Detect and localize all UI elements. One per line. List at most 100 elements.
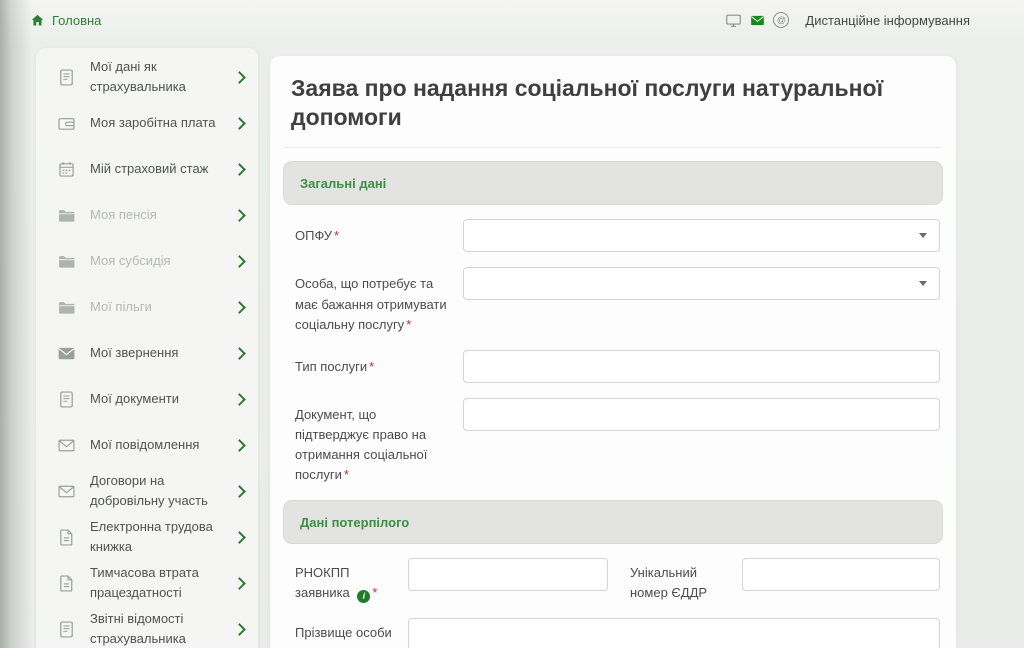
person-in-need-required-mark: * — [406, 317, 411, 332]
sidebar-item[interactable]: Мої звернення — [36, 330, 258, 376]
sidebar-item-label: Мої дані як страхувальника — [90, 57, 219, 97]
confirm-document-label-text: Документ, що підтверджує право на отрима… — [295, 407, 427, 482]
chevron-down-icon — [919, 281, 927, 286]
section-header-victim-label: Дані потерпілого — [300, 515, 409, 530]
sidebar-item-label: Електронна трудова книжка — [90, 517, 219, 557]
chevron-right-icon — [233, 117, 246, 130]
confirm-document-input[interactable] — [463, 398, 940, 431]
service-type-required-mark: * — [369, 359, 374, 374]
eddr-input[interactable] — [742, 558, 940, 591]
form-row-service-type: Тип послуги* — [295, 350, 940, 383]
envelope-icon[interactable] — [749, 12, 766, 29]
sidebar-item[interactable]: Електронна трудова книжка — [36, 514, 258, 560]
envelope-filled-icon — [56, 343, 77, 364]
page-title: Заява про надання соціальної послуги нат… — [291, 74, 935, 132]
sidebar-menu: Мої дані як страхувальника Моя заробітна… — [36, 54, 258, 648]
envelope-outline-icon — [56, 435, 77, 456]
sidebar-item[interactable]: Мої дані як страхувальника — [36, 54, 258, 100]
home-link[interactable]: Головна — [30, 13, 101, 28]
chevron-right-icon — [233, 393, 246, 406]
chevron-right-icon — [233, 577, 246, 590]
home-label: Головна — [52, 13, 101, 28]
sidebar-item-label: Тимчасова втрата працездатності — [90, 563, 219, 603]
chevron-right-icon — [233, 347, 246, 360]
opfu-label-text: ОПФУ — [295, 228, 332, 243]
sidebar-item-label: Звітні відомості страхувальника — [90, 609, 219, 648]
confirm-document-required-mark: * — [344, 467, 349, 482]
sidebar-item-label: Мій страховий стаж — [90, 159, 219, 179]
calendar-icon — [56, 159, 77, 180]
opfu-required-mark: * — [334, 228, 339, 243]
surname-input[interactable] — [408, 618, 940, 648]
sidebar: Мої дані як страхувальника Моя заробітна… — [36, 48, 258, 648]
sidebar-item[interactable]: Мій страховий стаж — [36, 146, 258, 192]
confirm-document-label: Документ, що підтверджує право на отрима… — [295, 398, 463, 486]
remote-info-label[interactable]: Дистанційне інформування — [805, 13, 970, 28]
rnokpp-input[interactable] — [408, 558, 608, 591]
sidebar-item[interactable]: Мої документи — [36, 376, 258, 422]
sidebar-item-label: Мої пільги — [90, 297, 219, 317]
chevron-right-icon — [233, 531, 246, 544]
opfu-select[interactable] — [463, 219, 940, 252]
screen: Головна @ Дистанційне інформування Мої д… — [0, 0, 1024, 648]
person-in-need-label-text: Особа, що потребує та має бажання отриму… — [295, 276, 447, 331]
surname-required-mark: * — [352, 645, 357, 648]
sidebar-item[interactable]: Звітні відомості страхувальника — [36, 606, 258, 648]
section-header-general-label: Загальні дані — [300, 176, 386, 191]
rnokpp-label: РНОКПП заявника i* — [295, 558, 408, 603]
book-icon — [56, 573, 77, 594]
rnokpp-required-mark: * — [372, 585, 377, 600]
folder-icon — [56, 251, 77, 272]
section-header-victim[interactable]: Дані потерпілого — [283, 500, 943, 544]
rnokpp-label-text: РНОКПП заявника — [295, 565, 350, 600]
opfu-label: ОПФУ* — [295, 219, 463, 252]
document-icon — [56, 619, 77, 640]
chevron-right-icon — [233, 71, 246, 84]
sidebar-item[interactable]: Договори на добровільну участь — [36, 468, 258, 514]
info-icon[interactable]: i — [357, 590, 370, 603]
person-in-need-label: Особа, що потребує та має бажання отриму… — [295, 267, 463, 334]
sidebar-item-label: Моя пенсія — [90, 205, 219, 225]
service-type-input[interactable] — [463, 350, 940, 383]
sidebar-item[interactable]: Моя заробітна плата — [36, 100, 258, 146]
document-icon — [56, 67, 77, 88]
monitor-icon[interactable] — [725, 12, 742, 29]
document-icon — [56, 389, 77, 410]
chevron-right-icon — [233, 439, 246, 452]
eddr-label-text: Унікальний номер ЄДДР — [630, 565, 707, 600]
title-block: Заява про надання соціальної послуги нат… — [284, 56, 942, 148]
form-row-surname: Прізвище особи заявника* — [295, 618, 940, 648]
person-in-need-select[interactable] — [463, 267, 940, 300]
sidebar-item-label: Договори на добровільну участь — [90, 471, 219, 511]
chevron-right-icon — [233, 485, 246, 498]
sidebar-item[interactable]: Мої пільги — [36, 284, 258, 330]
sidebar-item-label: Моя субсидія — [90, 251, 219, 271]
sidebar-item-label: Мої документи — [90, 389, 219, 409]
eddr-label: Унікальний номер ЄДДР — [608, 558, 742, 602]
sidebar-item[interactable]: Мої повідомлення — [36, 422, 258, 468]
form-row-rnokpp-eddr: РНОКПП заявника i* Унікальний номер ЄДДР — [295, 558, 940, 603]
service-type-label: Тип послуги* — [295, 350, 463, 383]
envelope-outline-icon — [56, 481, 77, 502]
topbar: Головна @ Дистанційне інформування — [0, 0, 1024, 40]
sidebar-item[interactable]: Моя пенсія — [36, 192, 258, 238]
home-icon — [30, 13, 45, 28]
chevron-right-icon — [233, 301, 246, 314]
sidebar-item-label: Моя заробітна плата — [90, 113, 219, 133]
wallet-icon — [56, 113, 77, 134]
surname-label: Прізвище особи заявника* — [295, 618, 408, 648]
left-edge-shadow — [0, 0, 34, 648]
section-header-general[interactable]: Загальні дані — [283, 161, 943, 205]
at-icon[interactable]: @ — [773, 12, 789, 28]
book-icon — [56, 527, 77, 548]
chevron-down-icon — [919, 233, 927, 238]
form-row-confirm-document: Документ, що підтверджує право на отрима… — [295, 398, 940, 486]
chevron-right-icon — [233, 623, 246, 636]
chevron-right-icon — [233, 163, 246, 176]
sidebar-item[interactable]: Моя субсидія — [36, 238, 258, 284]
sidebar-item[interactable]: Тимчасова втрата працездатності — [36, 560, 258, 606]
main-card: Заява про надання соціальної послуги нат… — [270, 56, 956, 648]
topbar-right: @ Дистанційне інформування — [725, 12, 970, 29]
service-type-label-text: Тип послуги — [295, 359, 367, 374]
folder-icon — [56, 205, 77, 226]
